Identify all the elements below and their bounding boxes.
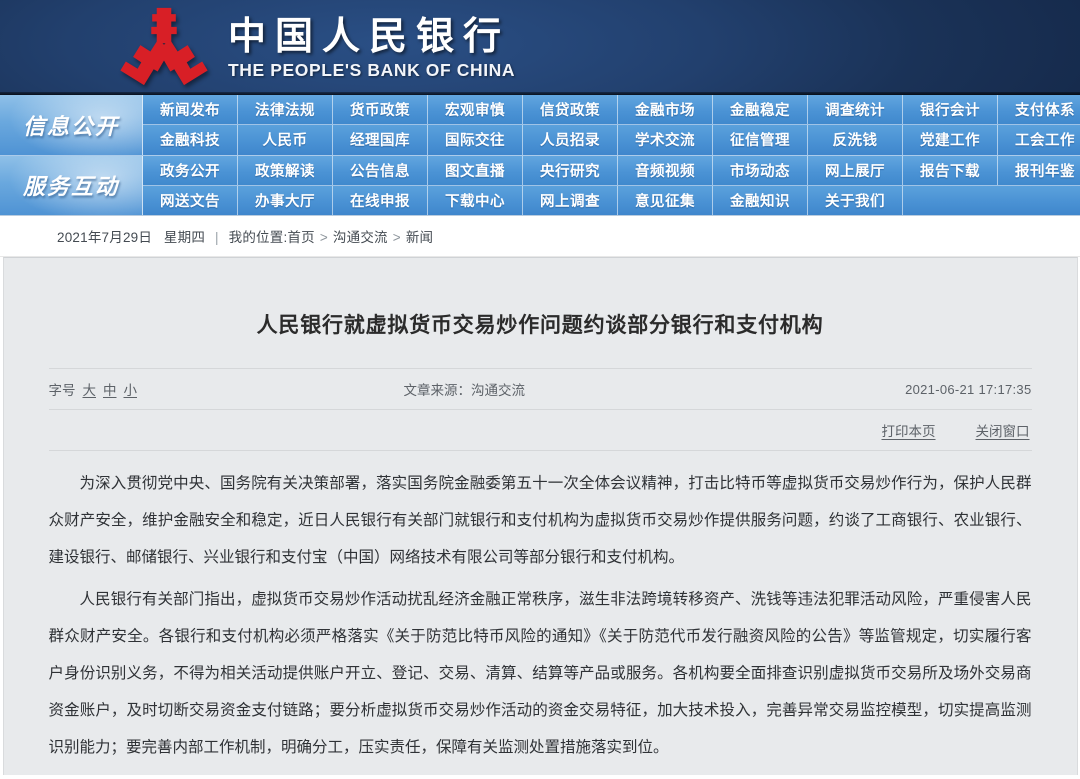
nav-category-1[interactable]: 信息公开 [0,95,143,155]
breadcrumb-weekday: 星期四 [164,230,205,245]
nav-item-政务公开[interactable]: 政务公开 [143,156,238,185]
article-card: 人民银行就虚拟货币交易炒作问题约谈部分银行和支付机构 字号 大 中 小 文章来源… [3,257,1078,775]
article-source-label: 文章来源： [404,383,472,398]
nav-rows: 政务公开政策解读公告信息图文直播央行研究音频视频市场动态网上展厅报告下载报刊年鉴… [143,156,1080,216]
brand-title-cn: 中国人民银行 [228,15,510,58]
nav-item-党建工作[interactable]: 党建工作 [903,125,998,154]
article-source-value: 沟通交流 [471,383,525,398]
nav-item-下载中心[interactable]: 下载中心 [428,186,523,215]
nav-item-报告下载[interactable]: 报告下载 [903,156,998,185]
font-size-small-button[interactable]: 小 [124,379,138,399]
nav-item-金融稳定[interactable]: 金融稳定 [713,95,808,124]
nav-item-反洗钱[interactable]: 反洗钱 [808,125,903,154]
brand-title-en: THE PEOPLE'S BANK OF CHINA [228,60,515,81]
nav-item-货币政策[interactable]: 货币政策 [333,95,428,124]
nav-cell-empty [998,186,1080,215]
font-size-medium-button[interactable]: 中 [103,379,117,399]
nav-item-人员招录[interactable]: 人员招录 [523,125,618,154]
nav-row: 新闻发布法律法规货币政策宏观审慎信贷政策金融市场金融稳定调查统计银行会计支付体系 [143,95,1080,124]
article-source: 文章来源：沟通交流 [404,379,526,399]
breadcrumb-separator-2: > [393,230,401,245]
nav-row: 网送文告办事大厅在线申报下载中心网上调查意见征集金融知识关于我们 [143,185,1080,215]
nav-item-调查统计[interactable]: 调查统计 [808,95,903,124]
nav-item-经理国库[interactable]: 经理国库 [333,125,428,154]
nav-item-网上展厅[interactable]: 网上展厅 [808,156,903,185]
nav-item-市场动态[interactable]: 市场动态 [713,156,808,185]
nav-row: 金融科技人民币经理国库国际交往人员招录学术交流征信管理反洗钱党建工作工会工作 [143,124,1080,154]
nav-item-工会工作[interactable]: 工会工作 [998,125,1080,154]
nav-item-网送文告[interactable]: 网送文告 [143,186,238,215]
nav-item-宏观审慎[interactable]: 宏观审慎 [428,95,523,124]
font-size-large-button[interactable]: 大 [83,379,97,399]
close-window-link[interactable]: 关闭窗口 [976,420,1030,440]
nav-item-银行会计[interactable]: 银行会计 [903,95,998,124]
article-paragraph: 人民银行有关部门指出，虚拟货币交易炒作活动扰乱经济金融正常秩序，滋生非法跨境转移… [49,581,1032,766]
nav-item-金融知识[interactable]: 金融知识 [713,186,808,215]
nav-rows: 新闻发布法律法规货币政策宏观审慎信贷政策金融市场金融稳定调查统计银行会计支付体系… [143,95,1080,155]
site-header-banner: 中国人民银行 THE PEOPLE'S BANK OF CHINA [0,0,1080,95]
breadcrumb-date: 2021年7月29日 [57,230,152,245]
nav-category-2[interactable]: 服务互动 [0,156,143,216]
nav-item-金融市场[interactable]: 金融市场 [618,95,713,124]
breadcrumb-location-label: 我的位置: [229,230,288,245]
nav-item-国际交往[interactable]: 国际交往 [428,125,523,154]
article-meta-bar: 字号 大 中 小 文章来源：沟通交流 2021-06-21 17:17:35 [49,368,1032,410]
nav-item-办事大厅[interactable]: 办事大厅 [238,186,333,215]
page-title: 人民银行就虚拟货币交易炒作问题约谈部分银行和支付机构 [49,272,1032,340]
article-paragraph: 参会机构表示，将高度重视此项工作，按照人民银行有关要求，不开展、不参与虚拟货币相… [49,771,1032,775]
breadcrumb-link-communication[interactable]: 沟通交流 [333,230,388,245]
breadcrumb-bar: 2021年7月29日 星期四 | 我的位置:首页 > 沟通交流 > 新闻 [0,216,1080,257]
nav-category-label: 信息公开 [23,109,119,141]
nav-item-央行研究[interactable]: 央行研究 [523,156,618,185]
nav-item-金融科技[interactable]: 金融科技 [143,125,238,154]
nav-row: 政务公开政策解读公告信息图文直播央行研究音频视频市场动态网上展厅报告下载报刊年鉴 [143,156,1080,185]
breadcrumb-divider: | [215,230,219,245]
nav-category-label: 服务互动 [23,169,119,201]
nav-item-意见征集[interactable]: 意见征集 [618,186,713,215]
nav-item-学术交流[interactable]: 学术交流 [618,125,713,154]
print-page-link[interactable]: 打印本页 [882,420,936,440]
nav-item-在线申报[interactable]: 在线申报 [333,186,428,215]
article-timestamp: 2021-06-21 17:17:35 [905,382,1031,397]
nav-item-法律法规[interactable]: 法律法规 [238,95,333,124]
nav-item-新闻发布[interactable]: 新闻发布 [143,95,238,124]
article-paragraph: 为深入贯彻党中央、国务院有关决策部署，落实国务院金融委第五十一次全体会议精神，打… [49,465,1032,576]
main-navigation[interactable]: 信息公开新闻发布法律法规货币政策宏观审慎信贷政策金融市场金融稳定调查统计银行会计… [0,95,1080,216]
nav-block-1: 信息公开新闻发布法律法规货币政策宏观审慎信贷政策金融市场金融稳定调查统计银行会计… [0,95,1080,155]
nav-block-2: 服务互动政务公开政策解读公告信息图文直播央行研究音频视频市场动态网上展厅报告下载… [0,155,1080,216]
nav-cell-empty [903,186,998,215]
breadcrumb-link-news[interactable]: 新闻 [406,230,433,245]
site-brand[interactable]: 中国人民银行 THE PEOPLE'S BANK OF CHINA [118,6,515,86]
nav-item-支付体系[interactable]: 支付体系 [998,95,1080,124]
nav-item-公告信息[interactable]: 公告信息 [333,156,428,185]
breadcrumb-separator-1: > [320,230,328,245]
nav-item-征信管理[interactable]: 征信管理 [713,125,808,154]
font-size-control[interactable]: 字号 大 中 小 [49,379,138,399]
nav-item-报刊年鉴[interactable]: 报刊年鉴 [998,156,1080,185]
breadcrumb: 2021年7月29日 星期四 | 我的位置:首页 > 沟通交流 > 新闻 [57,226,433,246]
nav-item-政策解读[interactable]: 政策解读 [238,156,333,185]
font-size-label: 字号 [49,379,76,399]
article-body: 为深入贯彻党中央、国务院有关决策部署，落实国务院金融委第五十一次全体会议精神，打… [49,465,1032,775]
article-tools: 打印本页 关闭窗口 [49,410,1032,451]
breadcrumb-link-home[interactable]: 首页 [287,230,314,245]
nav-item-图文直播[interactable]: 图文直播 [428,156,523,185]
nav-item-信贷政策[interactable]: 信贷政策 [523,95,618,124]
nav-item-人民币[interactable]: 人民币 [238,125,333,154]
nav-item-音频视频[interactable]: 音频视频 [618,156,713,185]
pboc-logo-icon [118,6,210,86]
nav-item-关于我们[interactable]: 关于我们 [808,186,903,215]
nav-item-网上调查[interactable]: 网上调查 [523,186,618,215]
